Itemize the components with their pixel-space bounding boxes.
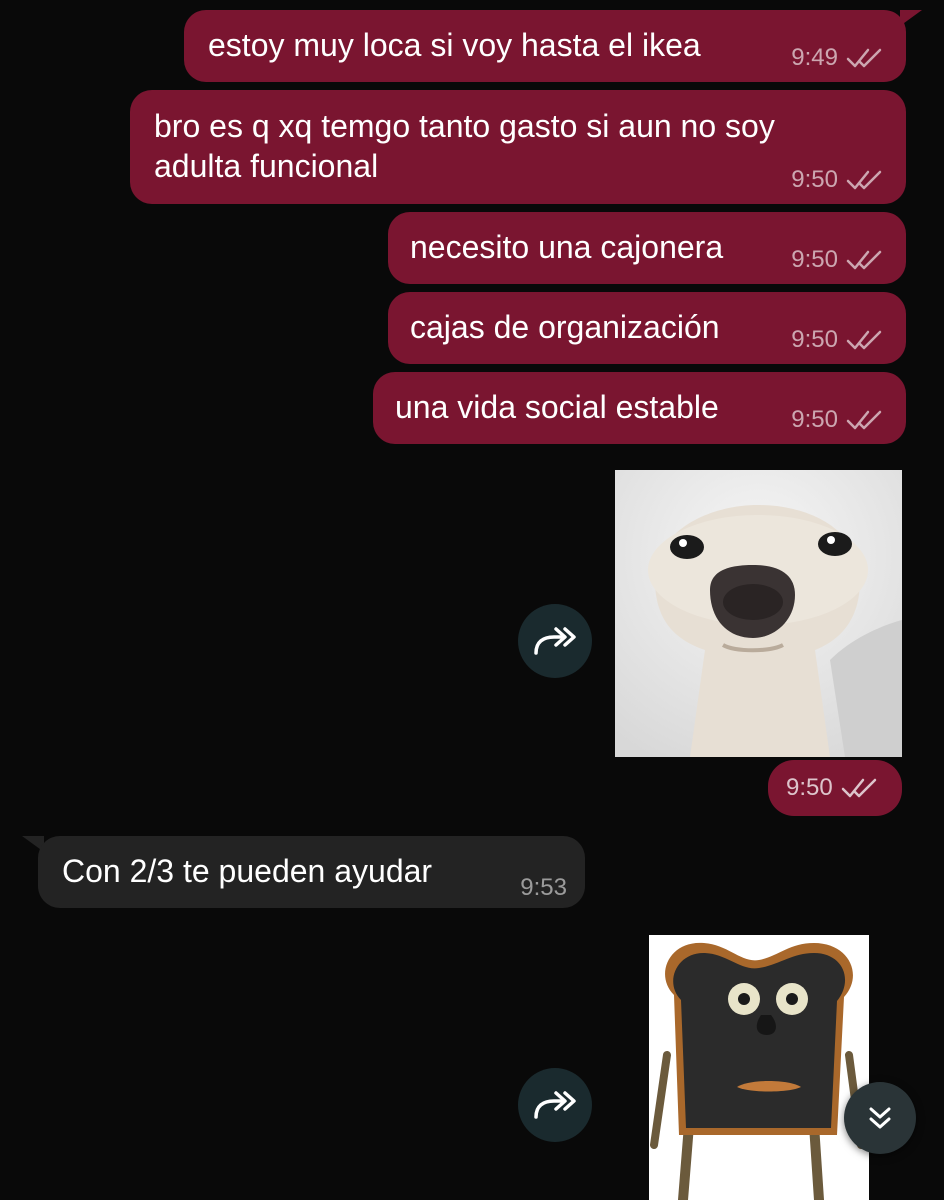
message-meta: 9:50 bbox=[791, 246, 884, 274]
double-check-icon bbox=[846, 330, 882, 350]
outgoing-message[interactable]: una vida social estable 9:50 bbox=[373, 372, 906, 444]
message-meta: 9:53 bbox=[520, 874, 567, 902]
message-meta: 9:50 bbox=[791, 326, 884, 354]
message-meta: 9:50 bbox=[786, 774, 879, 802]
message-meta: 9:50 bbox=[791, 406, 884, 434]
message-text: Con 2/3 te pueden ayudar bbox=[62, 853, 433, 889]
dog-sticker-image[interactable] bbox=[615, 470, 902, 757]
message-text: una vida social estable bbox=[395, 389, 719, 425]
double-check-icon bbox=[846, 48, 882, 68]
outgoing-message[interactable]: bro es q xq temgo tanto gasto si aun no … bbox=[130, 90, 906, 204]
message-time: 9:50 bbox=[791, 166, 838, 193]
outgoing-message[interactable]: necesito una cajonera 9:50 bbox=[388, 212, 906, 284]
forward-button[interactable] bbox=[518, 1068, 592, 1142]
double-check-icon bbox=[846, 410, 882, 430]
message-time: 9:50 bbox=[791, 406, 838, 433]
message-text: estoy muy loca si voy hasta el ikea bbox=[208, 27, 701, 63]
bubble-tail bbox=[900, 10, 922, 26]
outgoing-message[interactable]: cajas de organización 9:50 bbox=[388, 292, 906, 364]
message-time: 9:49 bbox=[791, 44, 838, 71]
forward-button[interactable] bbox=[518, 604, 592, 678]
message-time: 9:50 bbox=[791, 326, 838, 353]
double-check-icon bbox=[846, 250, 882, 270]
message-text-line: bro es q xq temgo tanto gasto si aun no … bbox=[154, 108, 775, 144]
message-text-line: adulta funcional bbox=[154, 148, 379, 184]
message-meta: 9:50 bbox=[791, 166, 884, 194]
burnt-toast-sticker bbox=[650, 942, 865, 1200]
forward-icon bbox=[534, 627, 576, 655]
message-meta: 9:49 bbox=[791, 44, 884, 72]
sticker-time-badge: 9:50 bbox=[768, 760, 902, 816]
outgoing-message[interactable]: estoy muy loca si voy hasta el ikea 9:49 bbox=[184, 10, 906, 82]
message-time: 9:53 bbox=[520, 874, 567, 901]
double-chevron-down-icon bbox=[869, 1107, 891, 1129]
message-text: cajas de organización bbox=[410, 309, 720, 345]
scroll-down-button[interactable] bbox=[844, 1082, 916, 1154]
dog-sticker bbox=[615, 470, 902, 757]
message-text: necesito una cajonera bbox=[410, 229, 724, 265]
double-check-icon bbox=[846, 170, 882, 190]
forward-icon bbox=[534, 1091, 576, 1119]
incoming-message[interactable]: Con 2/3 te pueden ayudar 9:53 bbox=[38, 836, 585, 908]
double-check-icon bbox=[841, 778, 876, 798]
burnt-toast-sticker-image[interactable] bbox=[649, 935, 869, 1200]
message-time: 9:50 bbox=[786, 774, 833, 801]
message-time: 9:50 bbox=[791, 246, 838, 273]
